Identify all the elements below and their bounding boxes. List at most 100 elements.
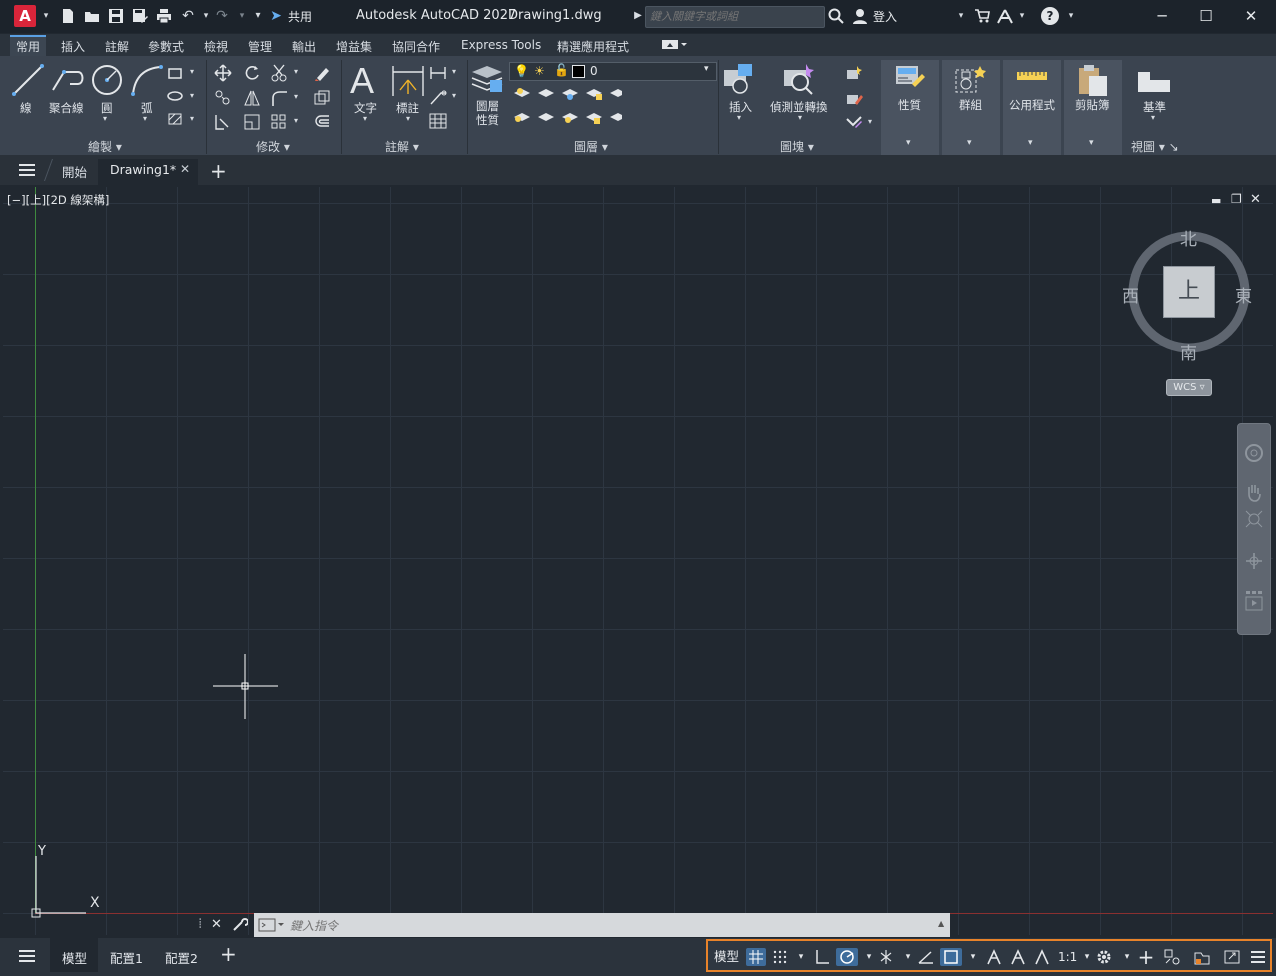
hamburger-menu-icon[interactable]: [18, 163, 36, 180]
ortho-mode-toggle[interactable]: [812, 948, 832, 966]
properties-tool[interactable]: 性質 ▾: [881, 60, 939, 155]
dimension-dropdown-icon[interactable]: ▾: [406, 114, 410, 123]
layout-tab-layout2[interactable]: 配置2: [165, 948, 198, 967]
ribbon-minimize-toggle[interactable]: [654, 37, 694, 54]
customization-menu-icon[interactable]: [1248, 948, 1268, 966]
layout-tab-layout1[interactable]: 配置1: [110, 948, 143, 967]
autocad-logo-button[interactable]: A: [14, 5, 36, 27]
object-snap-dropdown-icon[interactable]: ▾: [964, 948, 982, 966]
groups-tool[interactable]: 群組 ▾: [942, 60, 1000, 155]
offset-icon[interactable]: [313, 113, 331, 134]
annotation-visibility-toggle[interactable]: [984, 948, 1004, 966]
scale-icon[interactable]: [243, 113, 261, 134]
zoom-extents-icon[interactable]: [1245, 510, 1263, 531]
layout-tab-model[interactable]: 模型: [62, 948, 87, 967]
open-file-icon[interactable]: [84, 8, 100, 24]
maximize-button[interactable]: ☐: [1196, 6, 1216, 26]
cart-icon[interactable]: [974, 8, 990, 24]
viewcube-top-face[interactable]: 上: [1163, 266, 1215, 318]
detect-convert-icon[interactable]: [782, 62, 816, 99]
navigation-bar[interactable]: [1237, 423, 1271, 635]
edit-block-icon[interactable]: [845, 89, 863, 110]
save-as-icon[interactable]: [132, 8, 148, 24]
annotation-scale-value[interactable]: 1:1: [1058, 948, 1077, 966]
edit-attributes-dropdown-icon[interactable]: ▾: [868, 117, 872, 126]
clean-screen-icon[interactable]: [1222, 948, 1242, 966]
doc-tab-start[interactable]: 開始: [62, 162, 87, 181]
signin-label[interactable]: 登入: [873, 8, 897, 25]
viewcube-west[interactable]: 西: [1122, 282, 1139, 307]
clipboard-dropdown-icon[interactable]: ▾: [1089, 138, 1094, 148]
command-customize-icon[interactable]: [232, 916, 249, 935]
doc-tab-drawing1[interactable]: Drawing1*: [110, 162, 176, 177]
block-panel-label[interactable]: 圖塊 ▾: [780, 138, 814, 155]
drawing-canvas[interactable]: [−][上][2D 線架構] ▬ ❐ ✕ Y X: [3, 187, 1273, 935]
explode-icon[interactable]: [313, 89, 331, 110]
tab-view[interactable]: 檢視: [198, 37, 234, 56]
modify-panel-label[interactable]: 修改 ▾: [256, 138, 290, 155]
units-icon[interactable]: [1192, 948, 1212, 966]
linear-dim-dropdown-icon[interactable]: ▾: [452, 67, 456, 76]
tab-parametric[interactable]: 參數式: [142, 37, 190, 56]
insert-block-icon[interactable]: [722, 62, 756, 99]
save-icon[interactable]: [108, 8, 124, 24]
grid-display-toggle[interactable]: [746, 948, 766, 966]
command-line-grip-icon[interactable]: ⁞: [198, 916, 202, 932]
viewcube-south[interactable]: 南: [1180, 339, 1197, 364]
view-panel-label[interactable]: 視圖 ▾ ↘: [1131, 138, 1179, 155]
fillet-icon[interactable]: [270, 89, 288, 110]
steering-wheel-icon[interactable]: [1245, 444, 1263, 465]
autodesk-connect-icon[interactable]: [996, 8, 1013, 24]
command-history-icon[interactable]: ▲: [938, 919, 944, 928]
create-block-icon[interactable]: [845, 64, 863, 85]
undo-icon[interactable]: ↶: [180, 8, 196, 24]
redo-icon[interactable]: ↷: [214, 8, 230, 24]
object-snap-toggle[interactable]: [940, 948, 962, 966]
edit-attributes-icon[interactable]: [845, 113, 863, 134]
text-dropdown-icon[interactable]: ▾: [363, 114, 367, 123]
search-input[interactable]: [646, 7, 824, 25]
utilities-tool[interactable]: 公用程式 ▾: [1003, 60, 1061, 155]
share-icon[interactable]: ➤: [268, 8, 284, 24]
print-icon[interactable]: [156, 8, 172, 24]
leader-icon[interactable]: [429, 88, 447, 109]
leader-dropdown-icon[interactable]: ▾: [452, 91, 456, 100]
hatch-dropdown-icon[interactable]: ▾: [190, 114, 194, 123]
fillet-dropdown-icon[interactable]: ▾: [294, 92, 298, 101]
array-icon[interactable]: [270, 113, 288, 134]
help-icon[interactable]: ?: [1041, 7, 1059, 25]
minimize-button[interactable]: ─: [1152, 6, 1172, 26]
viewport-restore-icon[interactable]: ❐: [1231, 192, 1242, 206]
annotation-panel-label[interactable]: 註解 ▾: [385, 138, 419, 155]
clipboard-tool[interactable]: 剪貼簿 ▾: [1064, 60, 1122, 155]
properties-dropdown-icon[interactable]: ▾: [906, 138, 911, 148]
copy-icon[interactable]: [214, 89, 232, 110]
tab-addins[interactable]: 增益集: [330, 37, 378, 56]
utilities-dropdown-icon[interactable]: ▾: [1028, 138, 1033, 148]
base-view-icon[interactable]: [1136, 66, 1172, 97]
arc-dropdown-icon[interactable]: ▾: [143, 114, 147, 123]
search-icon[interactable]: [828, 8, 844, 24]
orbit-icon[interactable]: [1245, 552, 1263, 573]
command-close-icon[interactable]: ✕: [211, 917, 222, 932]
dimension-icon[interactable]: [391, 62, 425, 101]
array-dropdown-icon[interactable]: ▾: [294, 116, 298, 125]
ellipse-icon[interactable]: [167, 89, 183, 106]
draw-panel-label[interactable]: 繪製 ▾: [88, 138, 122, 155]
search-box[interactable]: [645, 6, 825, 28]
tab-express-tools[interactable]: Express Tools: [455, 37, 547, 53]
help-dropdown-icon[interactable]: ▾: [1063, 8, 1079, 24]
trim-icon[interactable]: [270, 64, 288, 85]
hatch-icon[interactable]: [167, 112, 183, 129]
command-line[interactable]: ▲: [254, 913, 950, 937]
viewcube-north[interactable]: 北: [1180, 225, 1197, 250]
connect-dropdown-icon[interactable]: ▾: [1014, 8, 1030, 24]
detect-convert-dropdown-icon[interactable]: ▾: [798, 113, 802, 122]
circle-dropdown-icon[interactable]: ▾: [103, 114, 107, 123]
isolate-objects-icon[interactable]: [1162, 948, 1182, 966]
tab-featured-apps[interactable]: 精選應用程式: [551, 37, 635, 56]
table-icon[interactable]: [429, 112, 447, 133]
layout-menu-icon[interactable]: [18, 949, 36, 966]
undo-dropdown-icon[interactable]: ▾: [198, 8, 214, 24]
layer-tool-row1[interactable]: [512, 85, 626, 106]
